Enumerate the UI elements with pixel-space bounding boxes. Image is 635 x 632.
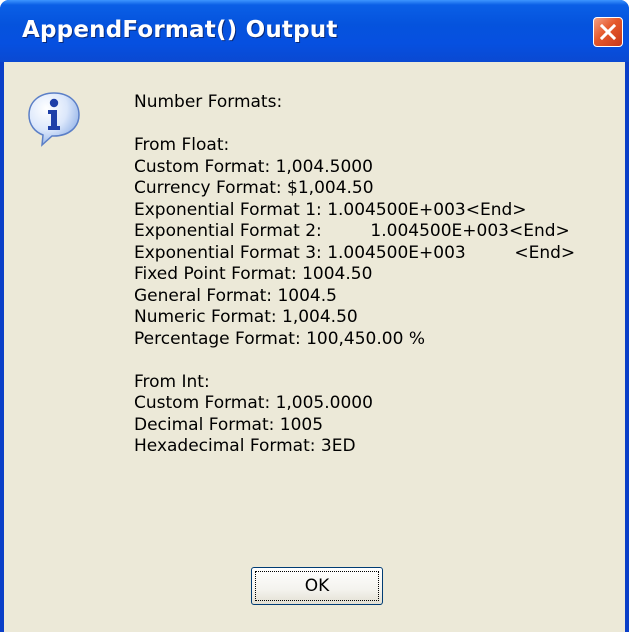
message-line: Custom Format: 1,005.0000 [134,393,373,413]
message-line: Percentage Format: 100,450.00 % [134,328,425,349]
message-line: From Float: [134,135,230,155]
message-line: Exponential Format 2: 1.004500E+003<End> [134,221,570,241]
message-text: Number Formats: From Float: Custom Forma… [134,92,575,458]
dialog-body: Number Formats: From Float: Custom Forma… [4,62,625,632]
message-line: Number Formats: [134,92,283,112]
message-line: Numeric Format: 1,004.50 [134,307,358,327]
message-box-window: AppendFormat() Output Number Formats: Fr… [0,0,629,632]
message-line: Decimal Format: 1005 [134,414,324,435]
message-line: Hexadecimal Format: 3ED [134,436,356,456]
message-line: From Int: [134,371,210,392]
message-line: Exponential Format 3: 1.004500E+003 <End… [134,242,576,263]
message-line: Currency Format: $1,004.50 [134,178,374,198]
info-icon [28,92,80,147]
ok-button[interactable]: OK [251,567,383,605]
message-line: Fixed Point Format: 1004.50 [134,264,373,284]
title-bar[interactable]: AppendFormat() Output [0,0,629,62]
message-line: Exponential Format 1: 1.004500E+003<End> [134,199,527,220]
message-line: Custom Format: 1,004.5000 [134,156,373,177]
close-icon [600,24,616,40]
window-title: AppendFormat() Output [22,17,338,43]
close-button[interactable] [593,17,623,47]
message-line: General Format: 1004.5 [134,285,337,306]
